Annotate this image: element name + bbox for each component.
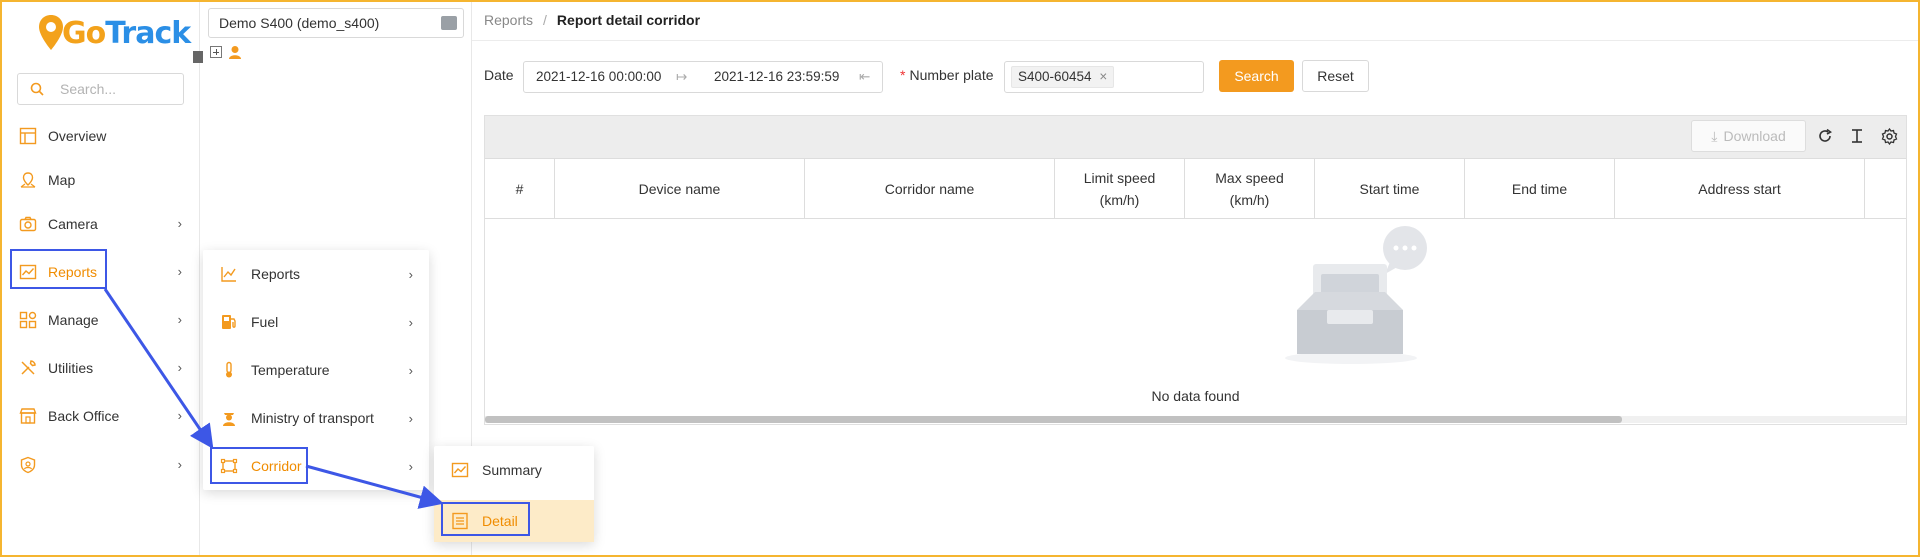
date-start-value[interactable]: 2021-12-16 00:00:00 <box>536 69 661 84</box>
breadcrumb-separator: / <box>543 12 547 28</box>
reset-button[interactable]: Reset <box>1302 60 1369 92</box>
gear-icon[interactable] <box>1878 125 1900 147</box>
number-plate-label: * Number plate <box>900 67 994 83</box>
search-icon <box>30 82 44 96</box>
tag-close-icon[interactable]: × <box>1099 69 1107 84</box>
breadcrumb: Reports / Report detail corridor <box>484 12 700 28</box>
download-button[interactable]: ⤓ Download <box>1691 120 1806 152</box>
user-group-icon <box>229 46 241 59</box>
sidebar-item-label: Utilities <box>48 360 94 376</box>
sidebar-item-label: Overview <box>48 128 107 144</box>
sidebar-item-overview[interactable]: Overview <box>2 116 200 156</box>
fuel-pump-icon <box>219 312 239 332</box>
sidebar-item-back-office[interactable]: Back Office › <box>2 396 200 436</box>
chevron-right-icon: › <box>408 459 413 474</box>
submenu-item-label: Reports <box>251 266 301 282</box>
sidebar-item-manage[interactable]: Manage › <box>2 300 200 340</box>
page-title: Report detail corridor <box>556 12 701 28</box>
chevron-right-icon: › <box>408 411 413 426</box>
submenu-item-label: Ministry of transport <box>251 410 374 426</box>
chevron-right-icon: › <box>177 264 182 279</box>
header-divider <box>472 40 1918 41</box>
column-header-limit-speed[interactable]: Limit speed (km/h) <box>1055 159 1185 218</box>
expand-icon[interactable] <box>210 46 222 58</box>
column-header-max-speed[interactable]: Max speed (km/h) <box>1185 159 1315 218</box>
sidebar-search-input[interactable]: Search... <box>17 73 184 105</box>
range-end-icon: ⇤ <box>859 69 871 84</box>
main-content: Reports / Report detail corridor Date 2021… <box>472 2 1918 555</box>
column-header-corridor-name[interactable]: Corridor name <box>805 159 1055 218</box>
sidebar-item-map[interactable]: Map <box>2 160 200 200</box>
number-plate-select[interactable]: S400-60454 × <box>1004 61 1204 93</box>
highlight-box-reports <box>10 249 107 289</box>
search-button[interactable]: Search <box>1219 60 1294 92</box>
chevron-right-icon: › <box>177 408 182 423</box>
horizontal-scrollbar[interactable] <box>485 416 1906 423</box>
chevron-right-icon: › <box>177 216 182 231</box>
column-header-end-time[interactable]: End time <box>1465 159 1615 218</box>
download-icon: ⤓ <box>1711 127 1718 144</box>
submenu-item-ministry-of-transport[interactable]: Ministry of transport › <box>203 394 429 442</box>
account-select-value: Demo S400 (demo_s400) <box>219 15 380 31</box>
chevron-right-icon: › <box>408 363 413 378</box>
location-pin-icon <box>39 15 63 50</box>
sidebar-item-camera[interactable]: Camera › <box>2 204 200 244</box>
column-header-address-start[interactable]: Address start <box>1615 159 1865 218</box>
chevron-right-icon: › <box>177 360 182 375</box>
breadcrumb-parent[interactable]: Reports <box>484 12 533 28</box>
column-header-more <box>1865 159 1906 218</box>
column-header-device-name[interactable]: Device name <box>555 159 805 218</box>
sidebar-item-label: Manage <box>48 312 99 328</box>
grid-icon <box>18 310 38 330</box>
sidebar-item-label: Back Office <box>48 408 120 424</box>
logo-text: GoTrack <box>62 15 191 51</box>
thermometer-icon <box>219 360 239 380</box>
date-end-value[interactable]: 2021-12-16 23:59:59 <box>714 69 839 84</box>
keyboard-icon[interactable] <box>441 16 457 30</box>
collapse-toggle-icon[interactable] <box>193 51 203 63</box>
plate-tag: S400-60454 × <box>1011 66 1115 88</box>
map-pin-icon <box>18 170 38 190</box>
plate-tag-label: S400-60454 <box>1018 69 1092 84</box>
column-height-icon[interactable] <box>1846 125 1868 147</box>
submenu-item-temperature[interactable]: Temperature › <box>203 346 429 394</box>
empty-inbox-icon <box>1285 226 1427 364</box>
officer-icon <box>219 408 239 428</box>
chevron-right-icon: › <box>177 312 182 327</box>
layout-icon <box>18 126 38 146</box>
sidebar-item-security[interactable]: › <box>2 445 200 485</box>
highlight-box-corridor <box>210 447 308 484</box>
table-toolbar: ⤓ Download <box>485 116 1906 158</box>
chart-icon <box>450 460 470 480</box>
tools-icon <box>18 358 38 378</box>
app-logo[interactable]: GoTrack <box>38 10 191 56</box>
refresh-icon[interactable] <box>1814 125 1836 147</box>
scrollbar-thumb[interactable] <box>485 416 1622 423</box>
chevron-right-icon: › <box>408 315 413 330</box>
shield-icon <box>18 455 38 475</box>
chevron-right-icon: › <box>408 267 413 282</box>
date-label: Date <box>484 67 514 83</box>
range-start-icon: ↦ <box>676 69 688 84</box>
report-table: ⤓ Download # Device name Corridor name Li… <box>484 115 1907 425</box>
table-header: # Device name Corridor name Limit speed … <box>485 158 1906 219</box>
submenu-item-reports[interactable]: Reports › <box>203 250 429 298</box>
sidebar-item-label: Camera <box>48 216 98 232</box>
store-icon <box>18 406 38 426</box>
date-range-picker[interactable]: 2021-12-16 00:00:00 ↦ 2021-12-16 23:59:5… <box>523 61 883 93</box>
submenu-item-label: Temperature <box>251 362 330 378</box>
column-header-index[interactable]: # <box>485 159 555 218</box>
submenu-item-fuel[interactable]: Fuel › <box>203 298 429 346</box>
sidebar-item-label: Map <box>48 172 76 188</box>
line-chart-icon <box>219 264 239 284</box>
empty-state-text: No data found <box>1151 388 1240 404</box>
column-header-start-time[interactable]: Start time <box>1315 159 1465 218</box>
camera-icon <box>18 214 38 234</box>
search-placeholder: Search... <box>60 81 117 97</box>
chevron-right-icon: › <box>177 457 182 472</box>
account-select[interactable]: Demo S400 (demo_s400) <box>208 8 464 38</box>
submenu-item-label: Fuel <box>251 314 279 330</box>
sidebar-item-utilities[interactable]: Utilities › <box>2 348 200 388</box>
